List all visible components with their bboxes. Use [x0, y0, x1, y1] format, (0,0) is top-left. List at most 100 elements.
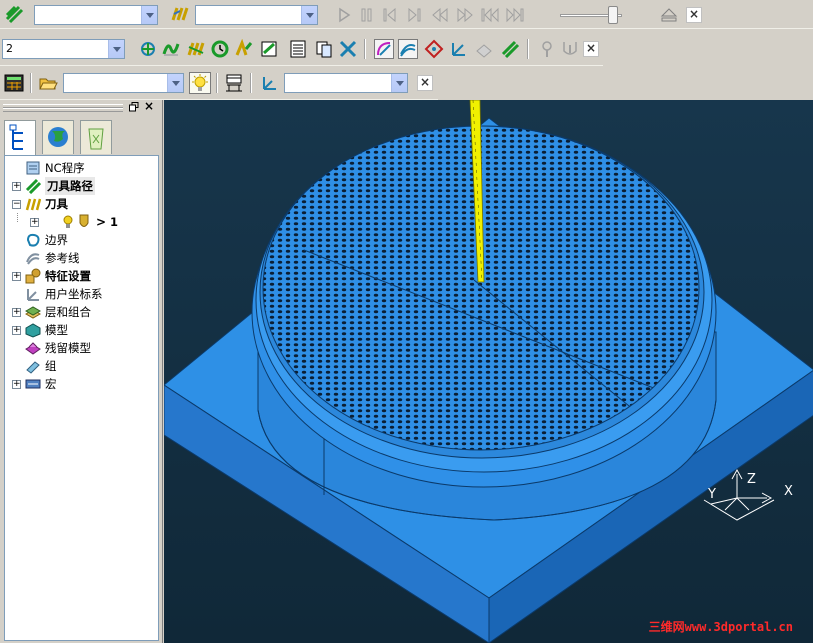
step-forward-icon[interactable] [404, 5, 424, 25]
workplane-combo[interactable] [63, 73, 184, 93]
pause-icon[interactable] [357, 5, 377, 25]
axis-orientation-icon[interactable] [449, 39, 469, 59]
coordinate-combo[interactable] [284, 73, 408, 93]
model-icon [25, 322, 41, 338]
stock-model-tree-icon [25, 340, 41, 356]
tree-item-patterns[interactable]: 参考线 [5, 249, 155, 267]
tree-item-toolpaths[interactable]: + 刀具路径 [5, 177, 155, 195]
step-back-icon[interactable] [380, 5, 400, 25]
tab-recycle[interactable] [80, 120, 112, 154]
explorer-panel: × NC程序 + 刀具路径 − 刀具 + > 1 边界 参考线 + 特征设置 用… [0, 100, 163, 643]
machine-icon[interactable] [224, 73, 244, 93]
play-icon[interactable] [334, 5, 354, 25]
toolbar3-close-icon[interactable]: × [417, 75, 433, 91]
list-icon[interactable] [288, 39, 308, 59]
go-start-icon[interactable] [480, 5, 500, 25]
collapse-tools-icon[interactable]: − [12, 200, 21, 209]
toolbar-row-2: 2 × [0, 33, 603, 66]
explorer-tabs [4, 120, 160, 156]
rotate-icon[interactable] [210, 39, 230, 59]
pattern-icon[interactable] [398, 39, 418, 59]
points-icon[interactable] [424, 39, 444, 59]
tree-item-stock-models[interactable]: 残留模型 [5, 339, 155, 357]
ball-nose-tool-icon [77, 214, 93, 230]
toolpath-combo[interactable] [34, 5, 158, 25]
toolbar2-separator-2 [527, 39, 529, 59]
explorer-tree: NC程序 + 刀具路径 − 刀具 + > 1 边界 参考线 + 特征设置 用户坐… [4, 155, 159, 641]
pattern-tree-icon [25, 250, 41, 266]
boundary-icon [25, 232, 41, 248]
axis-x-label: X [784, 484, 793, 499]
user-coordinate-icon[interactable] [260, 73, 280, 93]
leads-links-icon[interactable] [186, 39, 206, 59]
verify-icon[interactable] [338, 39, 358, 59]
workplane-icon [25, 286, 41, 302]
tree-item-nc-program[interactable]: NC程序 [5, 159, 155, 177]
folder-open-icon[interactable] [38, 73, 58, 93]
watermark-text: 三维网www.3dportal.cn [648, 620, 793, 634]
toolbar3-separator-2 [216, 73, 218, 93]
explorer-tree-icon [9, 124, 23, 150]
batch-icon[interactable] [138, 39, 158, 59]
tree-item-groups[interactable]: 组 [5, 357, 155, 375]
tab-explorer-tree[interactable] [4, 120, 36, 156]
tree-item-feature-sets[interactable]: + 特征设置 [5, 267, 155, 285]
probe-icon[interactable] [537, 39, 557, 59]
group-icon [25, 358, 41, 374]
strategy-combo[interactable]: 2 [2, 39, 125, 59]
levels-icon [24, 304, 42, 320]
toolbar-row-3: × [0, 67, 438, 100]
toolbar3-separator [30, 73, 32, 93]
go-end-icon[interactable] [505, 5, 525, 25]
tree-item-levels-sets[interactable]: + 层和组合 [5, 303, 155, 321]
recycle-icon [88, 128, 104, 150]
edit-toolpath-icon[interactable] [259, 39, 279, 59]
feature-set-icon [25, 268, 41, 284]
expand-levels-icon[interactable]: + [12, 308, 21, 317]
expand-feature-sets-icon[interactable]: + [12, 272, 21, 281]
toolpath-icon[interactable] [4, 4, 24, 24]
tree-connector [17, 213, 19, 222]
expand-models-icon[interactable]: + [12, 326, 21, 335]
stock-model-icon[interactable] [474, 39, 494, 59]
tree-item-models[interactable]: + 模型 [5, 321, 155, 339]
panel-close-icon[interactable]: × [144, 100, 156, 112]
fast-forward-icon[interactable] [455, 5, 475, 25]
feeds-speeds-icon[interactable] [234, 39, 254, 59]
toolbar1-close-icon[interactable]: × [686, 7, 702, 23]
toolbar2-close-icon[interactable]: × [583, 41, 599, 57]
macro-icon [25, 376, 41, 392]
toolbar2-separator [364, 39, 366, 59]
speed-slider-thumb[interactable] [608, 6, 618, 24]
tree-item-tool-1[interactable]: + > 1 [5, 213, 155, 231]
expand-toolpaths-icon[interactable]: + [12, 182, 21, 191]
globe-icon [48, 127, 68, 147]
explorer-title-bar[interactable]: × [0, 100, 163, 114]
expand-macros-icon[interactable]: + [12, 380, 21, 389]
calculator-icon[interactable] [4, 73, 24, 93]
graphics-viewport[interactable]: Z X Y 三维网www.3dportal.cn [164, 100, 813, 643]
eject-icon[interactable] [659, 5, 679, 25]
tools-icon [25, 196, 42, 212]
strategy-icon[interactable] [161, 39, 181, 59]
tree-item-tools[interactable]: − 刀具 [5, 195, 155, 213]
panel-grip-2 [3, 108, 123, 112]
tree-item-user-workplanes[interactable]: 用户坐标系 [5, 285, 155, 303]
speed-slider[interactable] [560, 6, 622, 24]
rewind-icon[interactable] [430, 5, 450, 25]
copy-icon[interactable] [314, 39, 334, 59]
axis-y-label: Y [707, 487, 716, 502]
holder-icon[interactable] [560, 39, 580, 59]
expand-tool-1-icon[interactable]: + [30, 218, 39, 227]
tree-item-boundaries[interactable]: 边界 [5, 231, 155, 249]
tool-icon[interactable] [170, 4, 190, 24]
tab-globe[interactable] [42, 120, 74, 154]
toolpath-green-icon[interactable] [500, 39, 520, 59]
panel-float-icon[interactable] [129, 102, 139, 112]
boundary-edit-icon[interactable] [374, 39, 394, 59]
light-icon[interactable] [189, 72, 211, 94]
active-arrow-icon: > [96, 215, 107, 229]
tool-combo[interactable] [195, 5, 318, 25]
tree-item-macros[interactable]: + 宏 [5, 375, 155, 393]
axis-z-label: Z [747, 472, 756, 487]
